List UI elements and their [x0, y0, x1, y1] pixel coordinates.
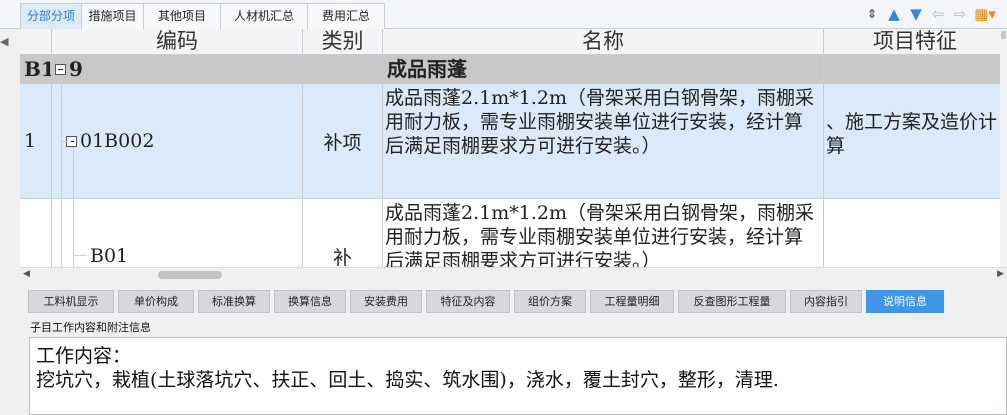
tab-shuoming-xinxi[interactable]: 说明信息 [866, 290, 944, 313]
tab-gongliaoji-xianshi[interactable]: 工料机显示 [28, 290, 114, 313]
feature-cell[interactable] [824, 55, 1007, 84]
arrow-left-icon[interactable]: ⇦ [927, 4, 949, 24]
feature-cell[interactable]: 、施工方案及造价计算 [824, 84, 1007, 199]
table-row[interactable]: B01 补 成品雨蓬2.1m*1.2m（骨架采用白钢骨架，雨棚采用耐力板，需专业… [20, 199, 1007, 267]
row-number: B1 [20, 55, 52, 84]
table-row[interactable]: B1 9 成品雨蓬 [20, 55, 1007, 84]
main-tabs: 分部分项 措施项目 其他项目 人材机汇总 费用汇总 [20, 3, 385, 29]
tab-rencaiji-huizong[interactable]: 人材机汇总 [220, 3, 308, 29]
top-tab-bar: 分部分项 措施项目 其他项目 人材机汇总 费用汇总 ⇕ ▲ ▼ ⇦ ⇨ ▦▾ [0, 0, 1007, 29]
row-number: 1 [20, 84, 52, 199]
panel-subtitle: 子目工作内容和附注信息 [30, 321, 151, 334]
code-cell[interactable]: 9 [52, 55, 303, 84]
tab-gongchengliang-mingxi[interactable]: 工程量明细 [590, 290, 674, 313]
tab-zujia-fangan[interactable]: 组价方案 [514, 290, 586, 313]
tab-feiyong-huizong[interactable]: 费用汇总 [307, 3, 385, 29]
scroll-left-icon[interactable]: ◀ [23, 269, 30, 279]
tab-anzhuang-feiyong[interactable]: 安装费用 [350, 290, 422, 313]
toolbar: ⇕ ▲ ▼ ⇦ ⇨ ▦▾ [861, 4, 999, 24]
tree-connector [61, 141, 71, 142]
item-table: 编码 类别 名称 项目特征 B1 9 成品雨蓬 1 01B002 补项 成品雨蓬… [20, 29, 1007, 267]
tab-huansuan-xinxi[interactable]: 换算信息 [274, 290, 346, 313]
header-feature[interactable]: 项目特征 [824, 29, 1007, 55]
description-line: 挖坑穴，栽植(土球落坑穴、扶正、回土、捣实、筑水围)，浇水，覆土封穴，整形，清理… [36, 369, 779, 391]
tab-qita-xiangmu[interactable]: 其他项目 [143, 3, 221, 29]
scroll-thumb[interactable] [158, 271, 222, 279]
table-row[interactable]: 1 01B002 补项 成品雨蓬2.1m*1.2m（骨架采用白钢骨架，雨棚采用耐… [20, 84, 1007, 199]
tab-cuoshi-xiangmu[interactable]: 措施项目 [81, 3, 144, 29]
left-gutter: ◀ [0, 29, 20, 415]
header-row-number [20, 29, 52, 55]
type-cell[interactable]: 补 [303, 199, 383, 267]
move-up-icon[interactable]: ▲ [883, 4, 905, 24]
scroll-thumb[interactable] [1001, 31, 1006, 39]
arrow-right-icon[interactable]: ⇨ [949, 4, 971, 24]
column-settings-icon[interactable]: ▦▾ [971, 4, 999, 24]
name-cell[interactable]: 成品雨蓬2.1m*1.2m（骨架采用白钢骨架，雨棚采用耐力板，需专业雨棚安装单位… [383, 84, 824, 199]
tab-biaozhun-huansuan[interactable]: 标准换算 [198, 290, 270, 313]
vertical-scrollbar[interactable] [1000, 29, 1007, 267]
collapse-left-icon[interactable]: ◀ [0, 35, 8, 48]
tree-connector [61, 79, 62, 267]
code-text: 9 [69, 56, 83, 81]
feature-cell[interactable] [824, 199, 1007, 267]
code-text: 01B002 [80, 130, 155, 152]
type-cell[interactable]: 补项 [303, 84, 383, 199]
tab-fenbu-fenxiang[interactable]: 分部分项 [20, 3, 82, 29]
type-cell[interactable] [303, 55, 383, 84]
tab-neirong-zhiyin[interactable]: 内容指引 [790, 290, 862, 313]
name-cell[interactable]: 成品雨蓬 [383, 55, 824, 84]
header-name[interactable]: 名称 [383, 29, 824, 55]
header-code[interactable]: 编码 [52, 29, 303, 55]
move-down-icon[interactable]: ▼ [905, 4, 927, 24]
collapse-toggle-icon[interactable] [55, 63, 66, 75]
tab-danjia-goucheng[interactable]: 单价构成 [118, 290, 194, 313]
name-cell[interactable]: 成品雨蓬2.1m*1.2m（骨架采用白钢骨架，雨棚采用耐力板，需专业雨棚安装单位… [383, 199, 824, 267]
detail-tabs: 工料机显示 单价构成 标准换算 换算信息 安装费用 特征及内容 组价方案 工程量… [28, 290, 948, 313]
tab-tezheng-neirong[interactable]: 特征及内容 [426, 290, 510, 313]
horizontal-scrollbar[interactable]: ◀ ▶ [20, 267, 1007, 282]
description-line: 工作内容： [36, 345, 132, 367]
tab-fancha-tuxing[interactable]: 反查图形工程量 [678, 290, 786, 313]
tree-connector [73, 147, 74, 267]
row-number [20, 199, 52, 267]
split-icon[interactable]: ⇕ [861, 4, 883, 24]
header-type[interactable]: 类别 [303, 29, 383, 55]
description-box[interactable]: 工作内容： 挖坑穴，栽植(土球落坑穴、扶正、回土、捣实、筑水围)，浇水，覆土封穴… [29, 337, 1007, 415]
code-cell[interactable]: 01B002 [52, 84, 303, 199]
tree-connector [73, 255, 87, 256]
scroll-right-icon[interactable]: ▶ [997, 269, 1004, 279]
code-cell[interactable]: B01 [52, 199, 303, 267]
